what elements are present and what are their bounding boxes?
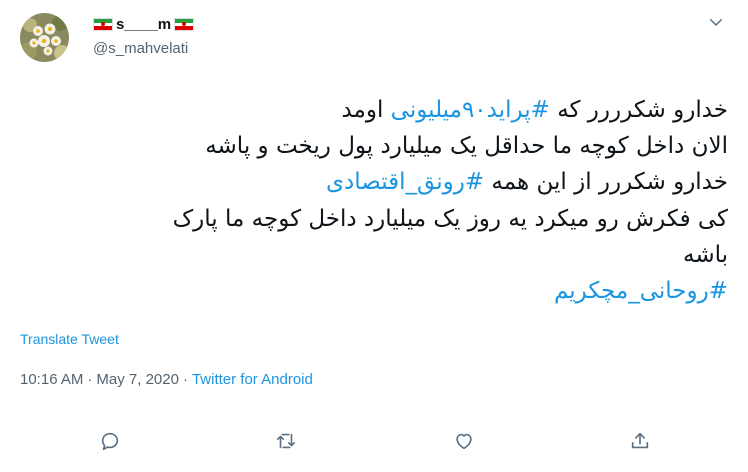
translate-tweet-link[interactable]: Translate Tweet [20, 331, 119, 347]
reply-button[interactable] [94, 425, 126, 457]
tweet-time[interactable]: 10:16 AM [20, 371, 83, 388]
tweet-text-segment: اومد [341, 97, 391, 123]
like-icon [456, 433, 472, 450]
tweet-text-segment: خدارو شکرررر که [549, 97, 728, 123]
tweet-line: الان داخل کوچه ما حداقل یک میلیارد پول ر… [16, 128, 728, 164]
tweet-line: کی فکرش رو میکرد یه روز یک میلیارد داخل … [16, 201, 728, 237]
iran-flag-icon [93, 18, 113, 31]
hashtag-link[interactable]: #رونق_اقتصادی [326, 169, 484, 195]
tweet-text-segment: الان داخل کوچه ما حداقل یک میلیارد پول ر… [205, 133, 728, 160]
display-name: s____m [116, 16, 171, 33]
tweet-text-segment: کی فکرش رو میکرد یه روز یک میلیارد داخل … [172, 205, 728, 232]
chevron-down-icon [710, 19, 722, 26]
iran-flag-icon [174, 18, 195, 31]
more-options-button[interactable] [704, 10, 728, 34]
like-button[interactable] [448, 425, 480, 457]
share-button[interactable] [624, 425, 656, 457]
tweet-source[interactable]: Twitter for Android [192, 371, 313, 388]
tweet-line: باشه [16, 237, 728, 273]
reply-icon [101, 432, 119, 451]
hashtag-link[interactable]: #پراید۹۰میلیونی [391, 97, 550, 123]
tweet-line: #روحانی_مچکریم [16, 273, 728, 309]
tweet-line: خدارو شکرررر که #پراید۹۰میلیونی اومد [16, 92, 728, 128]
tweet-date[interactable]: May 7, 2020 [96, 371, 179, 388]
avatar[interactable] [20, 13, 69, 62]
hashtag-link[interactable]: #روحانی_مچکریم [554, 278, 728, 304]
user-handle[interactable]: @s_mahvelati [93, 40, 188, 57]
display-name-suffix: m [157, 16, 172, 33]
retweet-icon [276, 433, 296, 449]
meta-separator: · [87, 371, 93, 388]
tweet-meta: 10:16 AM · May 7, 2020 · Twitter for And… [20, 371, 313, 388]
display-name-row[interactable]: s____m [93, 16, 195, 33]
tweet-actions [0, 425, 748, 457]
display-name-underline: ____ [124, 16, 158, 33]
tweet-text: خدارو شکرررر که #پراید۹۰میلیونی اومد الان… [16, 92, 728, 309]
avatar-image [20, 13, 69, 62]
retweet-button[interactable] [270, 425, 302, 457]
tweet-line: خدارو شکررر از این همه #رونق_اقتصادی [16, 164, 728, 200]
tweet-text-segment: باشه [682, 241, 728, 268]
meta-separator: · [182, 371, 188, 388]
tweet-text-segment: خدارو شکررر از این همه [484, 169, 728, 196]
share-icon [631, 432, 649, 449]
